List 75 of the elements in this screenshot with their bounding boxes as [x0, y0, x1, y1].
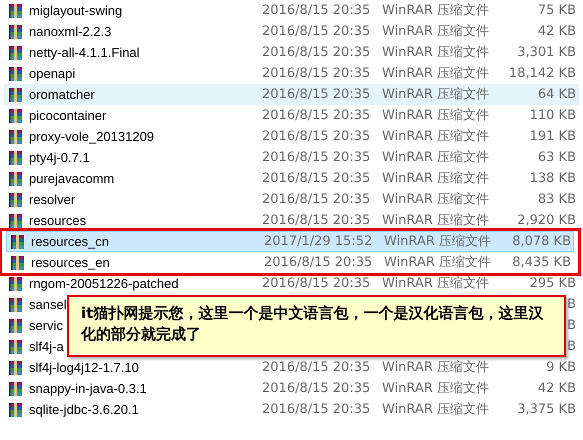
file-name: slf4j-log4j12-1.7.10: [29, 359, 139, 377]
file-size: 9 KB: [546, 359, 577, 377]
file-size: 191 KB: [530, 128, 577, 146]
file-type: WinRAR 压缩文件: [382, 128, 490, 146]
file-size: 3,301 KB: [517, 44, 577, 62]
file-name: servic: [29, 317, 63, 335]
file-size: 8,078 KB: [512, 233, 572, 251]
date-modified: 2016/8/15 20:35: [262, 359, 372, 377]
file-size: 110 KB: [530, 107, 577, 125]
file-size: 83 KB: [538, 191, 577, 209]
date-modified: 2016/8/15 20:35: [262, 380, 372, 398]
date-modified: 2016/8/15 20:35: [262, 128, 372, 146]
date-modified: 2016/8/15 20:35: [262, 212, 372, 230]
file-type: WinRAR 压缩文件: [382, 149, 490, 167]
date-modified: 2016/8/15 20:35: [262, 149, 372, 167]
file-name: resources_cn: [31, 233, 110, 251]
file-name: proxy-vole_20131209: [29, 128, 154, 146]
file-size: 3,375 KB: [517, 401, 577, 419]
file-size: 8,435 KB: [512, 254, 572, 272]
file-type: WinRAR 压缩文件: [382, 107, 490, 125]
file-type: WinRAR 压缩文件: [382, 170, 490, 188]
file-name: picocontainer: [29, 107, 106, 125]
file-size: B: [567, 338, 577, 356]
file-name: nanoxml-2.2.3: [29, 23, 112, 41]
date-modified: 2016/8/15 20:35: [262, 107, 372, 125]
file-size: 42 KB: [538, 380, 577, 398]
file-type: WinRAR 压缩文件: [382, 23, 490, 41]
file-size: B: [567, 296, 577, 314]
date-modified: 2016/8/15 20:35: [262, 275, 372, 293]
file-size: 42 KB: [538, 23, 577, 41]
file-type: WinRAR 压缩文件: [384, 254, 492, 272]
file-name: openapi: [29, 65, 76, 83]
date-modified: 2016/8/15 20:35: [262, 44, 372, 62]
date-modified: 2016/8/15 20:35: [262, 401, 372, 419]
date-modified: 2016/8/15 20:35: [262, 191, 372, 209]
file-type: WinRAR 压缩文件: [382, 401, 490, 419]
file-size: 295 KB: [530, 275, 577, 293]
date-modified: 2017/1/29 15:52: [264, 233, 374, 251]
file-name: resources_en: [31, 254, 110, 272]
date-modified: 2016/8/15 20:35: [264, 254, 374, 272]
file-name: purejavacomm: [29, 170, 114, 188]
file-name: sansel: [29, 296, 67, 314]
file-name: slf4j-a: [29, 338, 64, 356]
callout-text: it猫扑网提示您，这里一个是中文语言包，一个是汉化语言包，这里汉化的部分就完成了: [81, 303, 544, 345]
date-modified: 2016/8/15 20:35: [262, 86, 372, 104]
file-name: oromatcher: [29, 86, 95, 104]
file-type: WinRAR 压缩文件: [382, 2, 490, 20]
file-size: 138 KB: [530, 170, 577, 188]
date-modified: 2016/8/15 20:35: [262, 23, 372, 41]
file-type: WinRAR 压缩文件: [382, 65, 490, 83]
file-name: resolver: [29, 191, 76, 209]
file-type: WinRAR 压缩文件: [382, 86, 490, 104]
file-size: 64 KB: [538, 86, 577, 104]
date-modified: 2016/8/15 20:35: [262, 170, 372, 188]
file-name: sqlite-jdbc-3.6.20.1: [29, 401, 139, 419]
file-type: WinRAR 压缩文件: [382, 275, 490, 293]
file-type: WinRAR 压缩文件: [384, 233, 492, 251]
file-type: WinRAR 压缩文件: [382, 380, 490, 398]
file-name: resources: [29, 212, 86, 230]
file-type: WinRAR 压缩文件: [382, 212, 490, 230]
file-size: B: [567, 317, 577, 335]
file-size: 18,142 KB: [508, 65, 577, 83]
file-name: netty-all-4.1.1.Final: [29, 44, 140, 62]
file-size: 75 KB: [538, 2, 577, 20]
file-name: rngom-20051226-patched: [29, 275, 179, 293]
date-modified: 2016/8/15 20:35: [262, 2, 372, 20]
file-size: 63 KB: [538, 149, 577, 167]
file-name: pty4j-0.7.1: [29, 149, 90, 167]
file-type: WinRAR 压缩文件: [382, 191, 490, 209]
file-size: 2,920 KB: [517, 212, 577, 230]
file-type: WinRAR 压缩文件: [382, 359, 490, 377]
file-type: WinRAR 压缩文件: [382, 44, 490, 62]
date-modified: 2016/8/15 20:35: [262, 65, 372, 83]
file-name: miglayout-swing: [29, 2, 122, 20]
file-name: snappy-in-java-0.3.1: [29, 380, 147, 398]
